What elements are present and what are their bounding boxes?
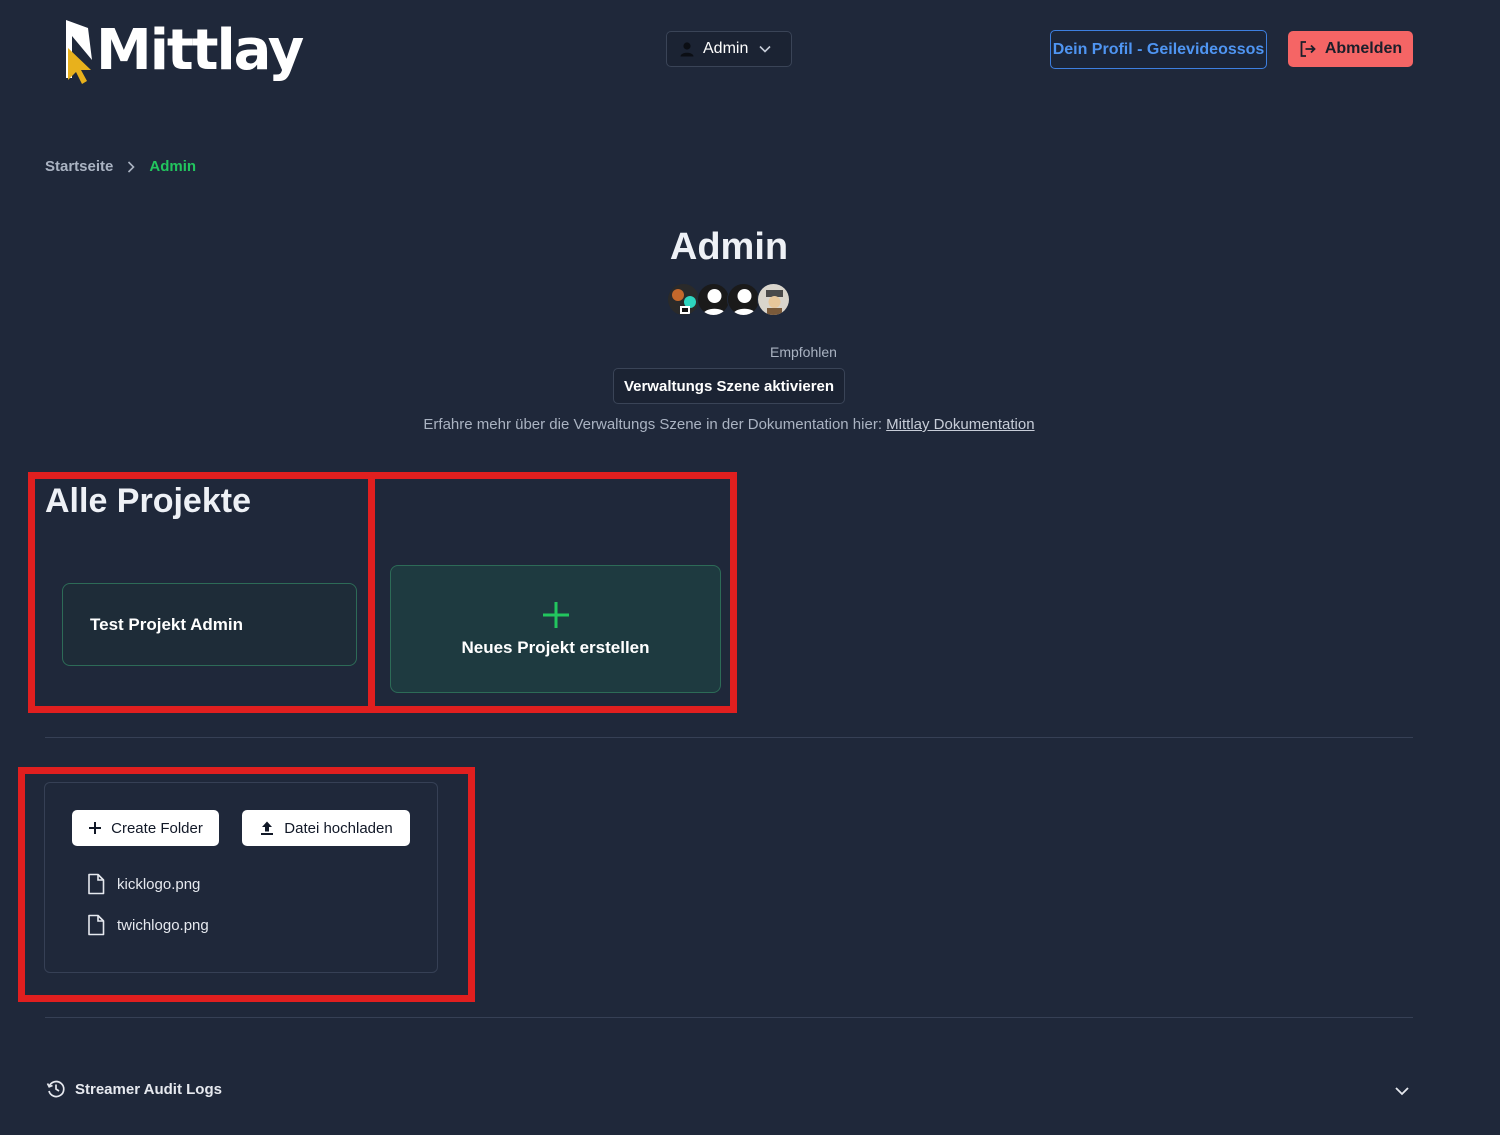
user-icon	[680, 42, 694, 57]
divider	[45, 737, 1413, 738]
avatar[interactable]	[697, 283, 730, 316]
breadcrumb-home[interactable]: Startseite	[45, 158, 113, 175]
upload-file-label: Datei hochladen	[284, 819, 393, 837]
upload-file-button[interactable]: Datei hochladen	[242, 810, 410, 846]
plus-icon	[542, 602, 569, 628]
breadcrumb: Startseite Admin	[45, 158, 196, 175]
avatar[interactable]	[667, 283, 700, 316]
breadcrumb-current: Admin	[149, 158, 197, 175]
admin-page: Mittlay Admin Dein Profil - Geilevideoss…	[0, 0, 1500, 1135]
activate-scene-button[interactable]: Verwaltungs Szene aktivieren	[613, 368, 845, 404]
logo-text: Mittlay	[96, 18, 304, 83]
file-name: twichlogo.png	[117, 916, 209, 934]
avatar[interactable]	[727, 283, 760, 316]
logout-icon	[1300, 41, 1316, 57]
create-folder-button[interactable]: Create Folder	[72, 810, 219, 846]
audit-logs-label: Streamer Audit Logs	[75, 1080, 222, 1098]
divider	[45, 1017, 1413, 1018]
chevron-right-icon	[128, 160, 136, 173]
logout-label: Abmelden	[1324, 40, 1403, 57]
new-project-button[interactable]: Neues Projekt erstellen	[390, 565, 721, 693]
projects-title: Alle Projekte	[45, 482, 251, 520]
file-item[interactable]: twichlogo.png	[86, 914, 209, 936]
avatar[interactable]	[757, 283, 790, 316]
recommended-label: Empfohlen	[770, 344, 837, 360]
file-icon	[88, 873, 105, 895]
create-folder-label: Create Folder	[111, 819, 203, 837]
logo[interactable]: Mittlay	[62, 14, 304, 86]
logout-button[interactable]: Abmelden	[1288, 31, 1413, 67]
role-select[interactable]: Admin	[666, 31, 792, 67]
documentation-hint: Erfahre mehr über die Verwaltungs Szene …	[0, 416, 1458, 433]
documentation-link[interactable]: Mittlay Dokumentation	[886, 416, 1034, 433]
new-project-label: Neues Projekt erstellen	[461, 638, 650, 657]
history-icon	[46, 1080, 65, 1098]
audit-logs-toggle[interactable]: Streamer Audit Logs	[46, 1079, 222, 1099]
role-select-value: Admin	[703, 40, 749, 57]
profile-button[interactable]: Dein Profil - Geilevideossos	[1050, 30, 1267, 69]
project-card[interactable]: Test Projekt Admin	[62, 583, 357, 666]
page-title: Admin	[669, 226, 789, 268]
file-item[interactable]: kicklogo.png	[86, 873, 200, 895]
documentation-text: Erfahre mehr über die Verwaltungs Szene …	[423, 416, 887, 433]
chevron-down-icon	[759, 45, 771, 53]
file-name: kicklogo.png	[117, 875, 201, 893]
avatar-group	[667, 283, 790, 316]
chevron-down-icon[interactable]	[1393, 1082, 1411, 1105]
cursor-logo-icon	[62, 14, 100, 86]
file-icon	[88, 914, 105, 936]
plus-icon	[89, 822, 102, 834]
upload-icon	[261, 821, 274, 835]
